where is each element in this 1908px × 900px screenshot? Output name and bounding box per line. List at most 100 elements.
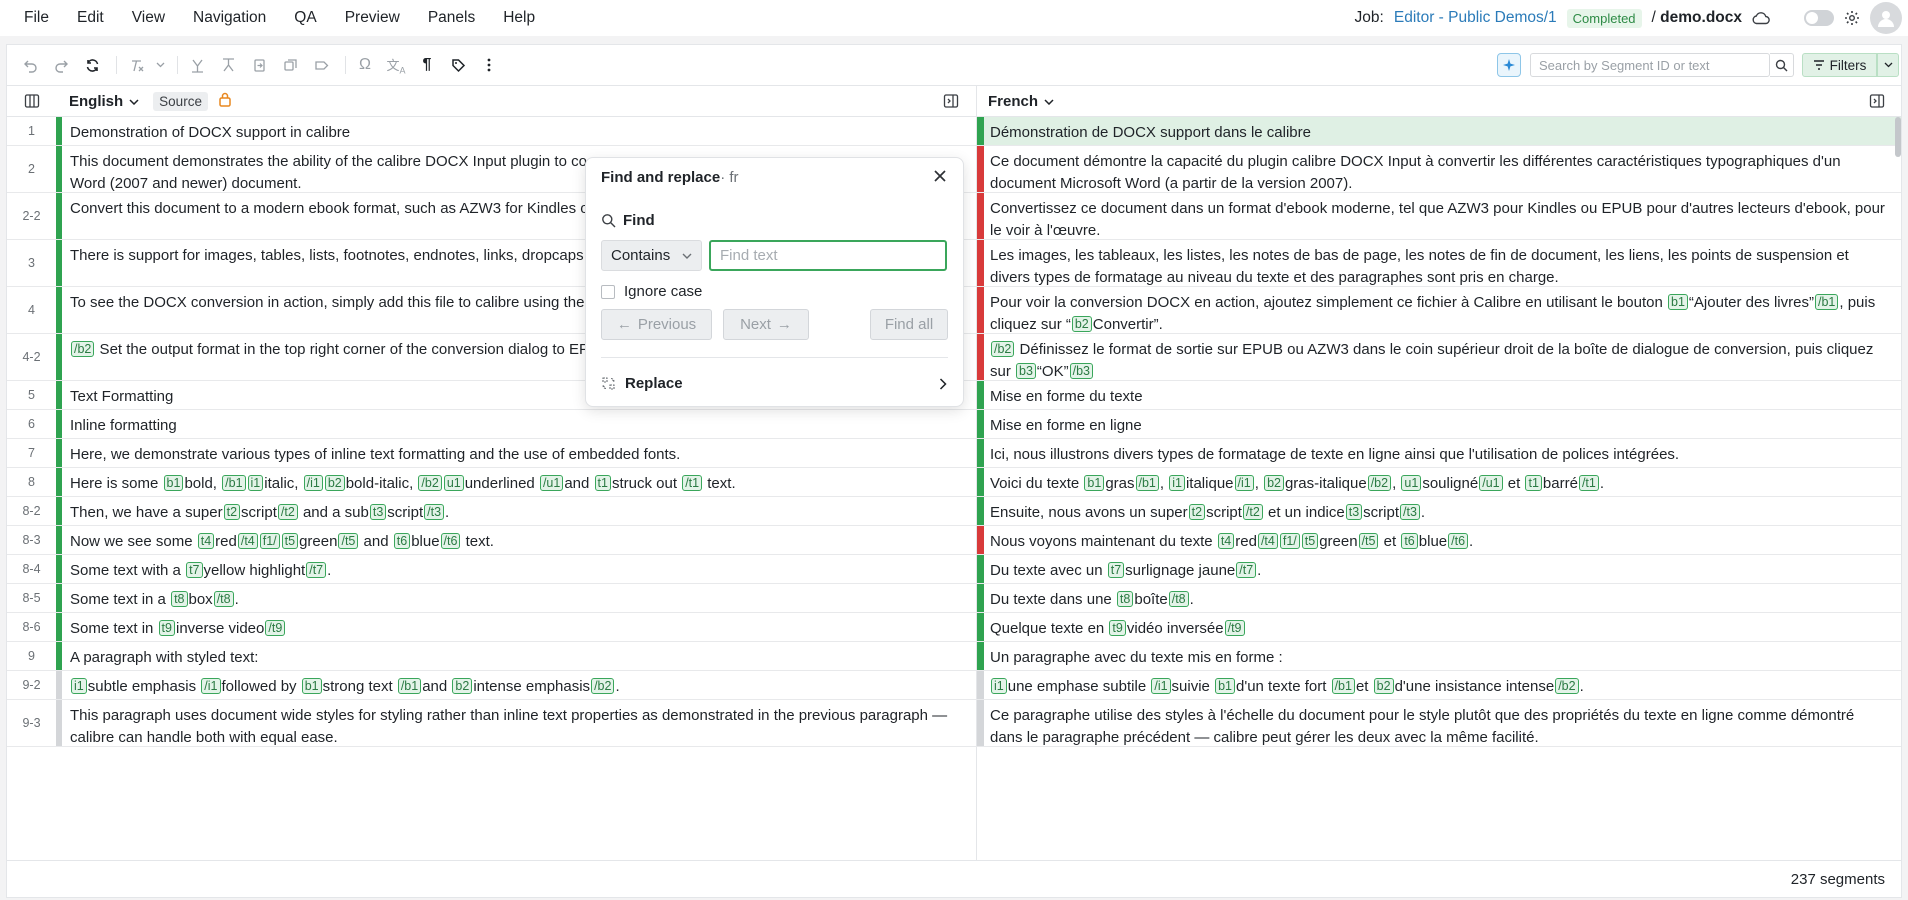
panel-toggle-icon[interactable] (1869, 93, 1885, 113)
source-text[interactable]: Here, we demonstrate various types of in… (70, 444, 970, 466)
more-vertical-icon[interactable] (476, 52, 502, 78)
menu-help[interactable]: Help (489, 9, 549, 27)
replace-section[interactable]: Replace (601, 375, 683, 392)
clear-format-icon[interactable] (123, 52, 149, 78)
inline-tag[interactable]: /b1 (222, 475, 246, 491)
inline-tag[interactable]: b3 (1016, 363, 1036, 379)
inline-tag[interactable]: /b1 (397, 678, 422, 694)
inline-tag[interactable]: /t2 (1242, 504, 1263, 520)
source-text[interactable]: This paragraph uses document wide styles… (70, 705, 970, 749)
filters-dropdown[interactable] (1877, 53, 1899, 77)
inline-tag[interactable]: /t2 (277, 504, 298, 520)
inline-tag[interactable]: /b1 (1814, 294, 1839, 310)
inline-tag[interactable]: b2 (1264, 475, 1284, 491)
target-text[interactable]: Un paragraphe avec du texte mis en forme… (990, 647, 1890, 669)
inline-tag[interactable]: u1 (443, 475, 464, 491)
target-text[interactable]: Ici, nous illustrons divers types de for… (990, 444, 1890, 466)
menu-navigation[interactable]: Navigation (179, 9, 280, 27)
gear-icon[interactable] (1844, 10, 1860, 26)
target-text[interactable]: Ce document démontre la capacité du plug… (990, 151, 1890, 195)
inline-tag[interactable]: /b1 (1135, 475, 1159, 491)
inline-tag[interactable]: b2 (1373, 678, 1394, 694)
menu-file[interactable]: File (0, 9, 63, 27)
target-language[interactable]: French (988, 93, 1038, 110)
job-project-link[interactable]: Editor - Public Demos/1 (1394, 9, 1557, 27)
inline-tag[interactable]: /t5 (338, 533, 359, 549)
tag-icon[interactable] (445, 52, 471, 78)
inline-tag[interactable]: t7 (1107, 562, 1125, 578)
segment-row[interactable]: 1 Demonstration of DOCX support in calibr… (7, 117, 1901, 146)
target-text[interactable]: Pour voir la conversion DOCX en action, … (990, 292, 1890, 336)
target-text[interactable]: Ensuite, nous avons un super t2 script/t2 … (990, 502, 1890, 524)
source-text[interactable]: Some text in a t8 box/t8. (70, 589, 970, 611)
segment-row[interactable]: 8 Here is some b1 bold, /b1 i1 italic, /i1 b2… (7, 468, 1901, 497)
tag-outline-icon[interactable] (308, 52, 334, 78)
segment-row[interactable]: 7 Here, we demonstrate various types of i… (7, 439, 1901, 468)
menu-panels[interactable]: Panels (414, 9, 489, 27)
inline-tag[interactable]: t3 (369, 504, 387, 520)
translate-icon[interactable]: 文A (383, 52, 409, 78)
next-button[interactable]: Next → (723, 309, 809, 340)
inline-tag[interactable]: t4 (1217, 533, 1235, 549)
inline-tag[interactable]: /t3 (424, 504, 445, 520)
source-text[interactable]: Some text in t9 inverse video/t9 (70, 618, 970, 640)
inline-tag[interactable]: /b2 (991, 341, 1015, 357)
theme-toggle[interactable] (1804, 10, 1834, 26)
inline-tag[interactable]: u1 (1401, 475, 1422, 491)
inline-tag[interactable]: /b2 (591, 678, 615, 694)
source-text[interactable]: A paragraph with styled text: (70, 647, 970, 669)
inline-tag[interactable]: /t4 (1257, 533, 1278, 549)
filters-button[interactable]: Filters (1802, 53, 1877, 77)
inline-tag[interactable]: /t7 (1236, 562, 1257, 578)
inline-tag[interactable]: t6 (393, 533, 411, 549)
inline-tag[interactable]: /t3 (1400, 504, 1420, 520)
inline-tag[interactable]: f1/ (259, 533, 280, 549)
segment-row[interactable]: 9-3 This paragraph uses document wide sty… (7, 700, 1901, 749)
inline-tag[interactable]: /b2 (418, 475, 442, 491)
lock-icon[interactable] (218, 92, 232, 111)
find-all-button[interactable]: Find all (870, 309, 948, 340)
source-text[interactable]: Now we see some t4 red/t4 f1/t5 green/t5 an… (70, 531, 970, 553)
panel-toggle-icon[interactable] (943, 93, 959, 113)
segment-row[interactable]: 8-5 Some text in a t8 box/t8. Du texte dans… (7, 584, 1901, 613)
chevron-right-icon[interactable] (939, 377, 947, 394)
source-text[interactable]: i1 subtle emphasis /i1 followed by b1 stron… (70, 676, 970, 698)
refresh-icon[interactable] (79, 52, 105, 78)
split-icon[interactable] (215, 52, 241, 78)
inline-tag[interactable]: b2 (324, 475, 345, 491)
inline-tag[interactable]: t8 (1116, 591, 1134, 607)
target-text[interactable]: /b2 Définissez le format de sortie sur E… (990, 339, 1890, 383)
inline-tag[interactable]: /t1 (682, 475, 703, 491)
inline-tag[interactable]: /t5 (1358, 533, 1379, 549)
inline-tag[interactable]: t1 (1525, 475, 1542, 491)
inline-tag[interactable]: /b2 (1555, 678, 1579, 694)
segment-row[interactable]: 8-2 Then, we have a super t2 script/t2 and … (7, 497, 1901, 526)
target-text[interactable]: Mise en forme en ligne (990, 415, 1890, 437)
inline-tag[interactable]: t5 (1301, 533, 1319, 549)
inline-tag[interactable]: t6 (1401, 533, 1418, 549)
source-text[interactable]: Here is some b1 bold, /b1 i1 italic, /i1 b2 b… (70, 473, 970, 495)
target-text[interactable]: Quelque texte en t9 vidéo inversée/t9 (990, 618, 1890, 640)
inline-tag[interactable]: b1 (163, 475, 184, 491)
target-text[interactable]: Démonstration de DOCX support dans le ca… (990, 122, 1890, 144)
match-mode-select[interactable]: Contains (601, 240, 702, 271)
target-text[interactable]: Mise en forme du texte (990, 386, 1890, 408)
target-text[interactable]: Ce paragraphe utilise des styles à l'éch… (990, 705, 1890, 749)
inline-tag[interactable]: t5 (281, 533, 299, 549)
ignore-case-checkbox[interactable] (601, 284, 615, 299)
inline-tag[interactable]: t2 (1188, 504, 1206, 520)
chevron-down-icon[interactable] (154, 52, 166, 78)
undo-icon[interactable] (17, 52, 43, 78)
source-text[interactable]: Inline formatting (70, 415, 970, 437)
inline-tag[interactable]: b2 (1071, 316, 1092, 332)
inline-tag[interactable]: b1 (1668, 294, 1688, 310)
inline-tag[interactable]: b1 (301, 678, 322, 694)
segment-row[interactable]: 8-6 Some text in t9 inverse video/t9 Quelqu… (7, 613, 1901, 642)
inline-tag[interactable]: b2 (452, 678, 473, 694)
inline-tag[interactable]: /t9 (265, 620, 286, 636)
inline-tag[interactable]: t8 (171, 591, 188, 607)
inline-tag[interactable]: /b2 (71, 341, 95, 357)
inline-tag[interactable]: /t4 (237, 533, 258, 549)
inline-tag[interactable]: t1 (594, 475, 611, 491)
inline-tag[interactable]: t9 (1109, 620, 1126, 636)
